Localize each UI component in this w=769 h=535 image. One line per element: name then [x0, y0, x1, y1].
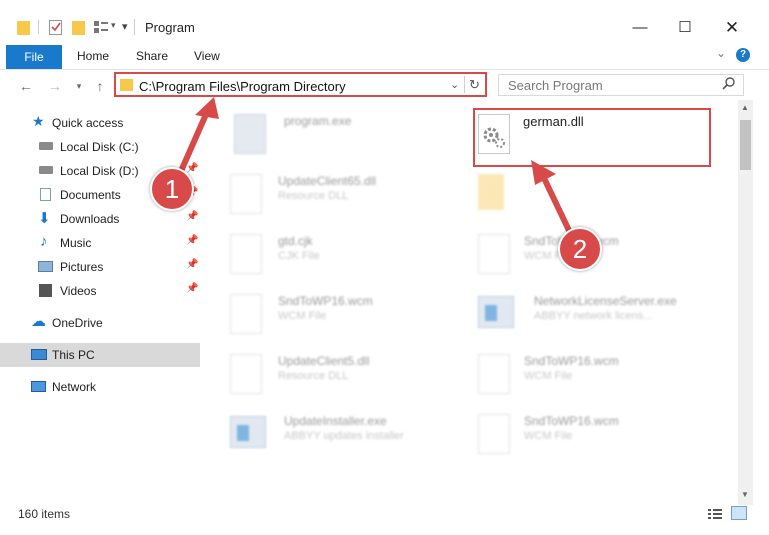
- step-2-badge: 2: [558, 227, 602, 271]
- step-1-badge: 1: [150, 167, 194, 211]
- annotation-arrows: [175, 97, 577, 244]
